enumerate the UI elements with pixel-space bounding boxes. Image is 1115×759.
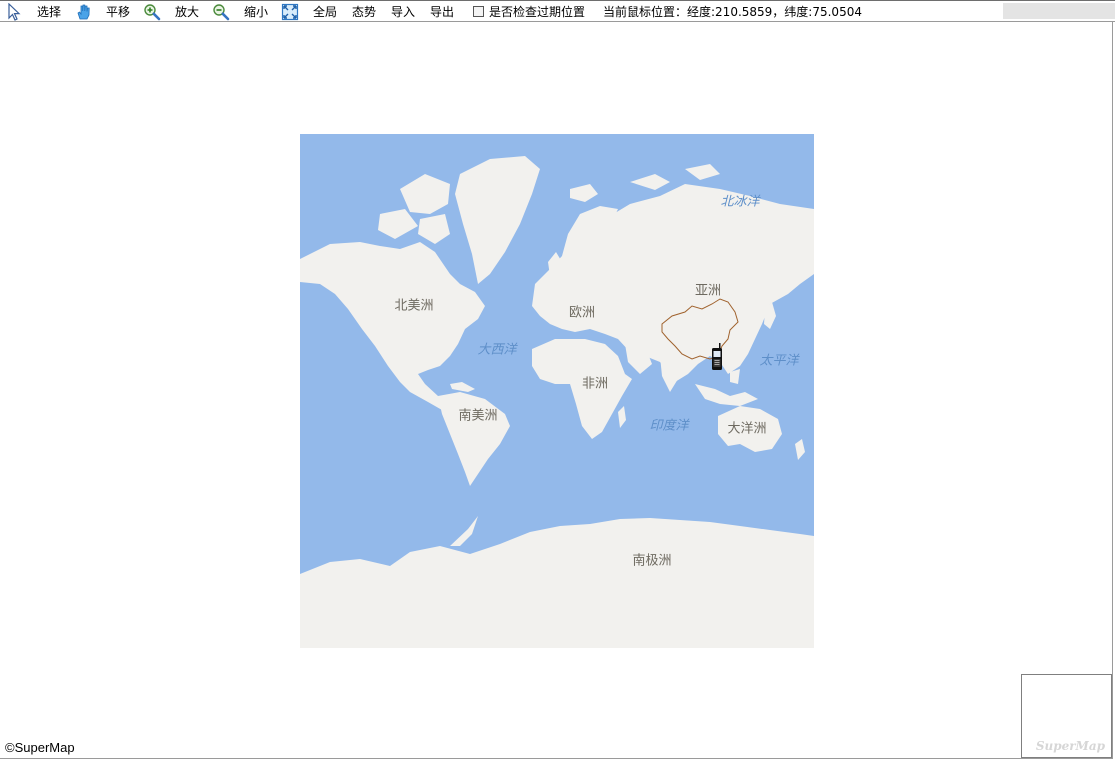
expired-position-checkbox[interactable] [473,6,484,17]
expired-position-label: 是否检查过期位置 [489,5,586,19]
label-south-america: 南美洲 [458,408,498,424]
world-map[interactable] [300,134,814,648]
hand-icon[interactable] [75,3,93,21]
situation-menu[interactable]: 态势 [352,5,376,19]
copyright-text: ©SuperMap [5,740,75,755]
full-extent-button[interactable]: 全局 [313,5,337,19]
full-extent-icon[interactable] [281,3,299,21]
zoom-out-icon[interactable] [212,3,230,21]
arrow-cursor-icon[interactable] [5,3,23,21]
label-africa: 非洲 [581,376,609,392]
zoom-in-icon[interactable] [143,3,161,21]
label-north-america: 北美洲 [394,298,434,314]
label-antarctica: 南极洲 [632,553,672,569]
toolbar-filler [1003,3,1115,19]
label-asia: 亚洲 [694,283,722,299]
label-atlantic-ocean: 大西洋 [477,342,517,358]
label-arctic-ocean: 北冰洋 [720,194,760,210]
label-indian-ocean: 印度洋 [649,418,689,434]
map-toolbar: 选择 平移 放大 缩小 全局 态势 导入 导出 是否检查过期位置 当前鼠标位置：… [0,0,1115,22]
pan-button[interactable]: 平移 [106,5,130,19]
mouse-position-readout: 当前鼠标位置：经度:210.5859，纬度:75.0504 [603,5,862,19]
import-menu[interactable]: 导入 [391,5,415,19]
supermap-logo: SuperMap [1035,739,1105,753]
label-pacific-ocean: 太平洋 [759,353,799,369]
zoom-in-button[interactable]: 放大 [175,5,199,19]
label-europe: 欧洲 [568,305,596,321]
select-button[interactable]: 选择 [37,5,61,19]
overview-map[interactable]: SuperMap [1021,674,1112,758]
label-oceania: 大洋洲 [727,421,767,437]
mobile-phone-icon[interactable] [711,343,723,371]
zoom-out-button[interactable]: 缩小 [244,5,268,19]
export-menu[interactable]: 导出 [430,5,454,19]
